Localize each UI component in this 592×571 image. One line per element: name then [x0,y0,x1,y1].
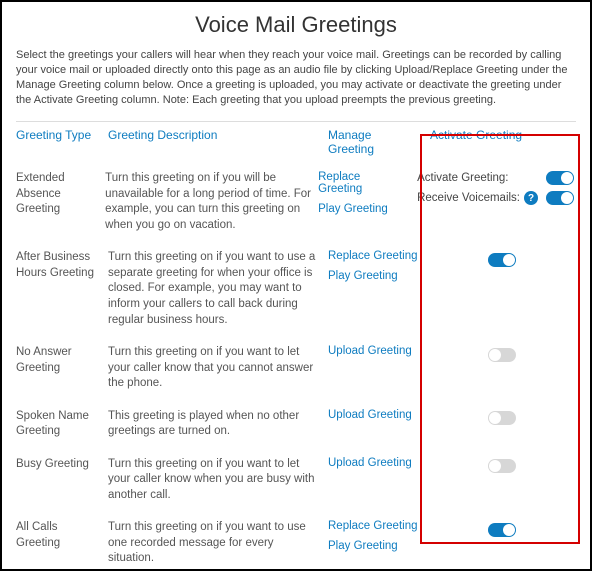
activate-cell [424,409,576,426]
th-desc: Greeting Description [108,128,328,142]
greeting-type: No Answer Greeting [16,345,108,376]
greeting-description: Turn this greeting on if you want to let… [108,457,328,504]
receive-voicemails-label: Receive Voicemails: [417,192,520,204]
table-row: Spoken Name GreetingThis greeting is pla… [16,401,576,449]
help-icon[interactable]: ? [524,191,538,205]
replace-greeting-link[interactable]: Replace Greeting [328,250,420,262]
table-row: After Business Hours GreetingTurn this g… [16,242,576,337]
upload-greeting-link[interactable]: Upload Greeting [328,409,420,421]
activate-cell [424,520,576,537]
manage-cell: Replace Greeting Play Greeting [328,520,424,560]
page-frame: Voice Mail Greetings Select the greeting… [0,0,592,571]
activate-greeting-toggle[interactable] [488,459,516,473]
greeting-description: Turn this greeting on if you want to use… [108,520,328,567]
upload-greeting-link[interactable]: Upload Greeting [328,457,420,469]
greeting-type: All Calls Greeting [16,520,108,551]
upload-greeting-link[interactable]: Upload Greeting [328,345,420,357]
table-row: All Calls GreetingTurn this greeting on … [16,512,576,571]
play-greeting-link[interactable]: Play Greeting [318,203,407,215]
greeting-type: After Business Hours Greeting [16,250,108,281]
greeting-type: Extended Absence Greeting [16,171,105,218]
receive-voicemails-toggle[interactable] [546,191,574,205]
table-header: Greeting Type Greeting Description Manag… [16,122,576,163]
activate-greeting-toggle[interactable] [488,523,516,537]
activate-cell [424,457,576,474]
greeting-description: Turn this greeting on if you want to let… [108,345,328,392]
greetings-table: Greeting Type Greeting Description Manag… [16,121,576,571]
greeting-type: Spoken Name Greeting [16,409,108,440]
th-type: Greeting Type [16,128,108,142]
manage-cell: Upload Greeting [328,409,424,429]
table-row: No Answer GreetingTurn this greeting on … [16,337,576,401]
activate-greeting-toggle[interactable] [488,411,516,425]
activate-greeting-toggle[interactable] [546,171,574,185]
play-greeting-link[interactable]: Play Greeting [328,270,420,282]
manage-cell: Replace Greeting Play Greeting [328,250,424,290]
activate-cell: Activate Greeting: Receive Voicemails:? [411,171,576,211]
replace-greeting-link[interactable]: Replace Greeting [328,520,420,532]
activate-greeting-label: Activate Greeting: [417,172,508,184]
th-activate: Activate Greeting [424,128,576,142]
manage-cell: Upload Greeting [328,345,424,365]
activate-greeting-toggle[interactable] [488,348,516,362]
activate-cell [424,345,576,362]
table-row: Extended Absence GreetingTurn this greet… [16,163,576,242]
activate-greeting-toggle[interactable] [488,253,516,267]
greeting-description: Turn this greeting on if you will be una… [105,171,318,233]
th-manage: Manage Greeting [328,128,424,156]
play-greeting-link[interactable]: Play Greeting [328,540,420,552]
greeting-description: Turn this greeting on if you want to use… [108,250,328,328]
intro-text: Select the greetings your callers will h… [16,48,576,107]
replace-greeting-link[interactable]: Replace Greeting [318,171,407,195]
page-title: Voice Mail Greetings [16,12,576,38]
greeting-type: Busy Greeting [16,457,108,473]
manage-cell: Upload Greeting [328,457,424,477]
greeting-description: This greeting is played when no other gr… [108,409,328,440]
manage-cell: Replace Greeting Play Greeting [318,171,411,223]
table-row: Busy GreetingTurn this greeting on if yo… [16,449,576,513]
activate-cell [424,250,576,267]
